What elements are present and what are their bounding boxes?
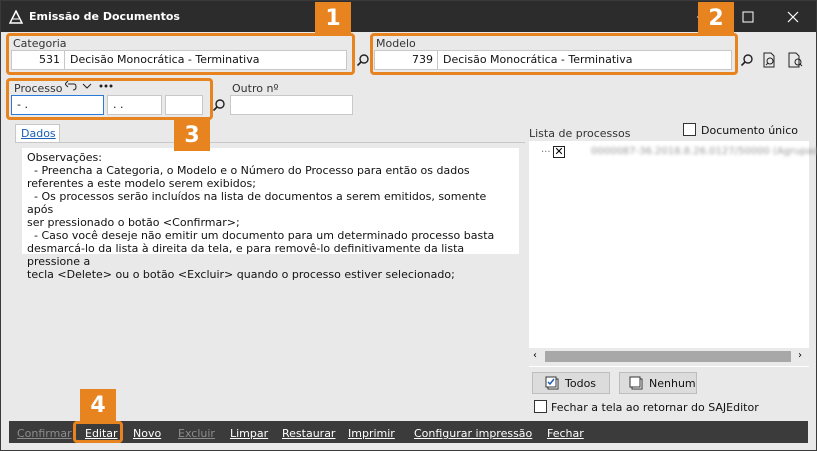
categoria-search-icon[interactable] (356, 53, 370, 67)
lista-label: Lista de processos (529, 127, 631, 140)
limpar-button[interactable]: Limpar (230, 427, 268, 440)
nenhum-button[interactable]: Nenhum (619, 372, 697, 394)
main-window: Emissão de Documentos Categoria 531 Deci… (0, 0, 817, 451)
outro-field[interactable] (230, 95, 353, 115)
window-title: Emissão de Documentos (29, 10, 180, 23)
processo-search-icon[interactable] (212, 98, 226, 112)
horizontal-scrollbar[interactable]: ‹ › (529, 348, 809, 366)
close-button[interactable] (770, 1, 816, 32)
processo-item-checkbox[interactable]: ✕ (553, 146, 565, 158)
documento-unico-label: Documento único (701, 124, 798, 137)
scroll-left-icon[interactable]: ‹ (533, 350, 537, 361)
badge-4: 4 (80, 389, 116, 421)
tab-dados-label: Dados (21, 127, 56, 140)
documento-unico-checkbox[interactable] (683, 123, 696, 136)
nenhum-label: Nenhum (649, 376, 696, 390)
confirmar-button[interactable]: Confirmar (17, 427, 72, 440)
highlight-modelo (370, 33, 738, 75)
outro-label: Outro nº (232, 82, 279, 95)
fechar-tela-checkbox[interactable] (534, 400, 547, 413)
badge-2: 2 (698, 2, 734, 34)
maximize-icon (742, 11, 754, 22)
fechar-button[interactable]: Fechar (547, 427, 584, 440)
title-bar: Emissão de Documentos (1, 1, 816, 32)
highlight-categoria (6, 33, 355, 75)
highlight-editar (73, 421, 123, 443)
scroll-right-icon[interactable]: › (798, 350, 802, 361)
configurar-impressao-button[interactable]: Configurar impressão (414, 427, 532, 440)
document-search-icon[interactable] (760, 51, 778, 69)
app-logo-icon (9, 10, 23, 24)
observacoes-text[interactable]: Observações: - Preencha a Categoria, o M… (22, 148, 519, 281)
badge-1: 1 (315, 2, 351, 34)
imprimir-button[interactable]: Imprimir (348, 427, 395, 440)
highlight-processo (6, 78, 213, 120)
scrollbar-thumb[interactable] (545, 351, 791, 362)
processo-item-label[interactable]: 0000087-36.2018.8.26.0127/50000 (Agrupad… (591, 146, 817, 157)
check-all-icon (545, 376, 559, 390)
tab-dados[interactable]: Dados (15, 124, 60, 143)
modelo-search-icon[interactable] (740, 53, 754, 67)
todos-button[interactable]: Todos (532, 372, 610, 394)
novo-button[interactable]: Novo (133, 427, 161, 440)
fechar-tela-label: Fechar a tela ao retornar do SAJEditor (551, 401, 759, 414)
tree-connector: ··· (541, 147, 551, 158)
close-icon (787, 11, 799, 22)
footer-toolbar (9, 421, 808, 443)
excluir-button[interactable]: Excluir (178, 427, 215, 440)
uncheck-all-icon (629, 376, 643, 390)
restaurar-button[interactable]: Restaurar (282, 427, 335, 440)
todos-label: Todos (565, 376, 597, 390)
lista-processos[interactable]: ··· ✕ 0000087-36.2018.8.26.0127/50000 (A… (529, 141, 817, 367)
document-view-icon[interactable] (786, 51, 804, 69)
badge-3: 3 (174, 119, 210, 151)
